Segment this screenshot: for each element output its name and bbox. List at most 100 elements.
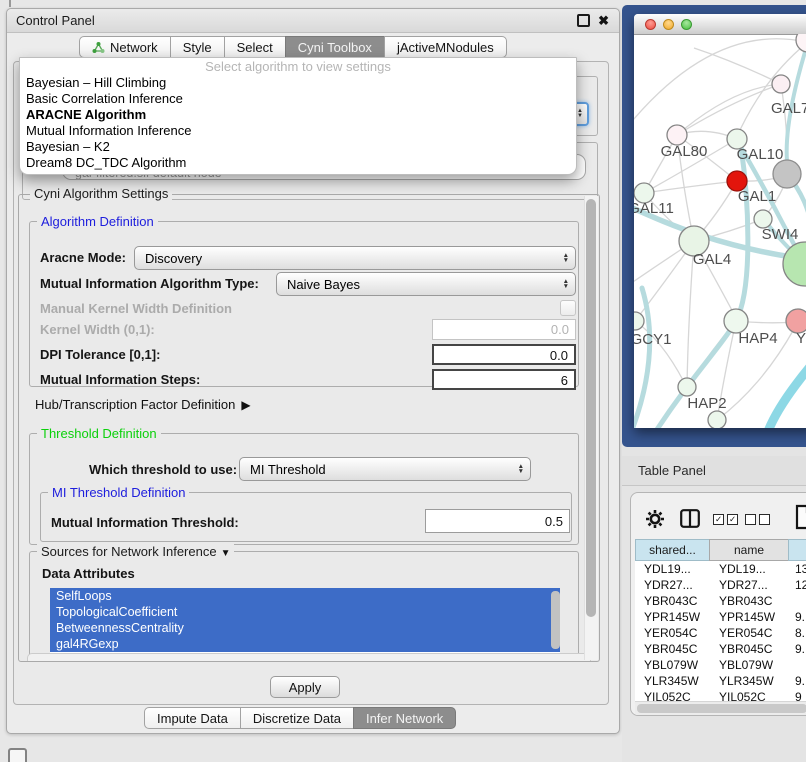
cell-value: 13 — [790, 561, 806, 577]
table-row[interactable]: YBL079W YBL079W — [635, 657, 806, 673]
tab-item[interactable]: Network — [79, 36, 171, 58]
dropdown-item-label: Basic Correlation Inference — [26, 91, 183, 106]
horizontal-scrollbar[interactable] — [27, 653, 591, 662]
aracne-mode-combo[interactable]: Discovery ▲▼ — [134, 246, 576, 270]
node-bottom[interactable] — [708, 411, 726, 428]
threshold-definition-group: Threshold Definition Which threshold to … — [29, 433, 579, 545]
table-horizontal-scrollbar[interactable] — [635, 701, 806, 715]
checked-boxes-icon[interactable] — [713, 514, 738, 525]
node-label: SWI4 — [762, 226, 799, 243]
cell-name: YIL052C — [710, 689, 790, 701]
tab-label: Cyni Toolbox — [298, 40, 372, 55]
network-canvas[interactable]: GAL7 GAL80 GAL10 GAL1 GAL11 SWI4 GAL4 GC… — [634, 34, 806, 428]
table-row[interactable]: YBR043C YBR043C — [635, 593, 806, 609]
collapsed-panel-icon[interactable] — [8, 748, 27, 762]
tab-item[interactable]: jActiveMNodules — [384, 36, 507, 58]
dropdown-item[interactable]: Basic Correlation Inference — [20, 91, 576, 107]
table-column-header[interactable]: name — [709, 539, 789, 561]
settings-scrollbar[interactable] — [584, 196, 598, 660]
node-gal7[interactable] — [772, 75, 790, 93]
table-column-header[interactable]: shared... — [635, 539, 710, 561]
manual-kernel-checkbox[interactable] — [560, 300, 576, 316]
network-window: GAL7 GAL80 GAL10 GAL1 GAL11 SWI4 GAL4 GC… — [634, 14, 806, 428]
dropdown-item[interactable]: ARACNE Algorithm — [20, 107, 576, 123]
stepper-icon: ▲▼ — [563, 279, 569, 289]
table-row[interactable]: YDR27... YDR27... 12 — [635, 577, 806, 593]
dropdown-item[interactable]: Mutual Information Inference — [20, 123, 576, 139]
apply-button[interactable]: Apply — [270, 676, 340, 698]
list-scrollbar[interactable] — [551, 591, 560, 649]
which-threshold-value: MI Threshold — [250, 462, 326, 477]
mi-steps-field[interactable]: 6 — [432, 369, 576, 390]
manual-kernel-label: Manual Kernel Width Definition — [40, 301, 232, 316]
attribute-list-item[interactable]: SelfLoops — [50, 588, 560, 604]
dropdown-item-label: Mutual Information Inference — [26, 123, 191, 138]
node-label: GAL11 — [634, 200, 674, 217]
mac-zoom-icon[interactable] — [681, 19, 692, 30]
table-row[interactable]: YPR145W YPR145W 9. — [635, 609, 806, 625]
control-panel-titlebar: Control Panel — [7, 9, 619, 33]
node-label: HAP2 — [687, 395, 726, 412]
node-label: GCY1 — [634, 331, 671, 348]
which-threshold-combo[interactable]: MI Threshold ▲▼ — [239, 457, 531, 481]
mi-threshold-field[interactable]: 0.5 — [425, 509, 570, 533]
mac-minimize-icon[interactable] — [663, 19, 674, 30]
tab-item[interactable]: Cyni Toolbox — [285, 36, 385, 58]
table-row[interactable]: YIL052C YIL052C 9 — [635, 689, 806, 701]
dpi-tolerance-field[interactable]: 0.0 — [432, 344, 576, 365]
kernel-width-field[interactable]: 0.0 — [432, 319, 576, 340]
gear-icon[interactable] — [644, 508, 666, 535]
cell-value — [790, 657, 806, 673]
table-column-header[interactable]: A — [788, 539, 806, 561]
algorithm-definition-group: Algorithm Definition Aracne Mode: Discov… — [29, 221, 579, 387]
cell-shared-name: YLR345W — [635, 673, 710, 689]
table-panel-title: Table Panel — [638, 463, 706, 478]
mi-type-combo[interactable]: Naive Bayes ▲▼ — [276, 272, 576, 296]
attribute-list-item[interactable]: gal4RGexp — [50, 636, 560, 652]
unchecked-box — [745, 514, 756, 525]
control-panel-window: Control Panel Network Style Select Cyni … — [6, 8, 620, 734]
node-big-green[interactable] — [783, 242, 806, 286]
attribute-name: TopologicalCoefficient — [56, 605, 177, 619]
bottom-tab-item[interactable]: Discretize Data — [240, 707, 354, 729]
network-view-frame: GAL7 GAL80 GAL10 GAL1 GAL11 SWI4 GAL4 GC… — [622, 5, 806, 447]
table-row[interactable]: YDL19... YDL19... 13 — [635, 561, 806, 577]
bottom-tab-label: Impute Data — [157, 711, 228, 726]
dropdown-item[interactable]: Dream8 DC_TDC Algorithm — [20, 155, 576, 171]
unchecked-boxes-icon[interactable] — [745, 514, 770, 525]
column-header-label: name — [734, 543, 764, 557]
table-row[interactable]: YER054C YER054C 8. — [635, 625, 806, 641]
stepper-icon: ▲▼ — [563, 253, 569, 263]
node-label: GAL4 — [693, 251, 731, 268]
float-window-icon[interactable] — [577, 14, 590, 27]
table-row[interactable]: YBR045C YBR045C 9. — [635, 641, 806, 657]
sources-legend[interactable]: Sources for Network Inference — [37, 544, 234, 559]
page-icon[interactable] — [795, 504, 806, 535]
attribute-list-item[interactable]: TopologicalCoefficient — [50, 604, 560, 620]
column-view-icon[interactable] — [680, 509, 700, 533]
sources-legend-label: Sources for Network Inference — [41, 544, 217, 559]
cell-value: 9. — [790, 673, 806, 689]
mac-close-icon[interactable] — [645, 19, 656, 30]
bottom-tab-item[interactable]: Infer Network — [353, 707, 456, 729]
node-hap2[interactable] — [678, 378, 696, 396]
stepper-icon: ▲▼ — [518, 464, 524, 474]
tab-item[interactable]: Style — [170, 36, 225, 58]
node-unlabeled[interactable] — [796, 34, 806, 52]
attribute-list-item[interactable]: BetweennessCentrality — [50, 620, 560, 636]
dropdown-item[interactable]: Bayesian – Hill Climbing — [20, 75, 576, 91]
node-gray[interactable] — [773, 160, 801, 188]
table-row[interactable]: YLR345W YLR345W 9. — [635, 673, 806, 689]
bottom-tab-item[interactable]: Impute Data — [144, 707, 241, 729]
node-label: HAP4 — [738, 330, 777, 347]
dropdown-item[interactable]: Bayesian – K2 — [20, 139, 576, 155]
hub-factor-expander[interactable]: Hub/Transcription Factor Definition — [35, 397, 251, 412]
cell-value: 12 — [790, 577, 806, 593]
scrollbar-thumb[interactable] — [637, 704, 806, 713]
tab-item[interactable]: Select — [224, 36, 286, 58]
close-icon[interactable] — [598, 15, 609, 27]
node-label: GAL10 — [737, 146, 784, 163]
node-gal80[interactable] — [667, 125, 687, 145]
scrollbar-thumb[interactable] — [586, 199, 596, 617]
cell-shared-name: YBR045C — [635, 641, 710, 657]
